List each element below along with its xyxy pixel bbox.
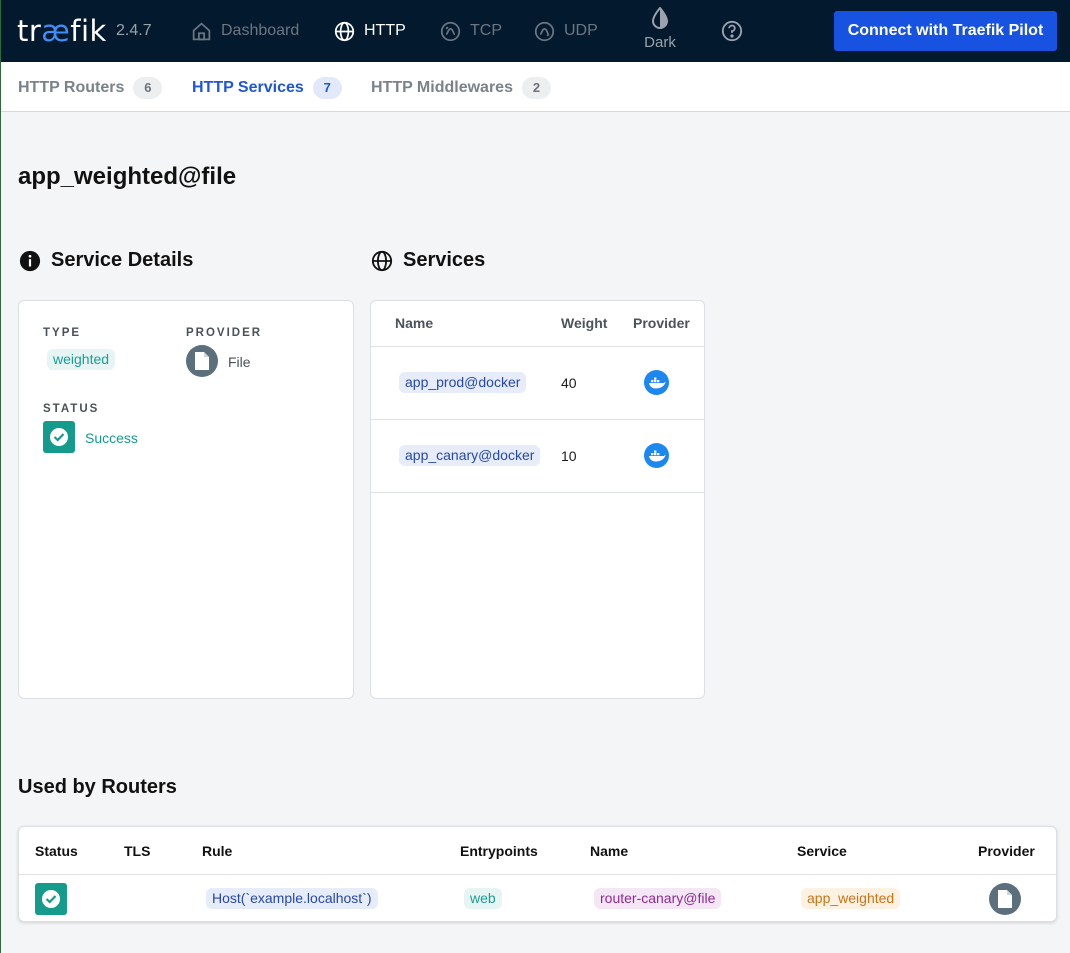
rule-chip: Host(`example.localhost`) xyxy=(206,888,378,909)
nav-item-dashboard[interactable]: Dashboard xyxy=(190,18,299,44)
nav-item-http[interactable]: HTTP xyxy=(333,18,406,44)
col-header-status: Status xyxy=(35,843,78,859)
file-icon xyxy=(186,345,218,377)
nav-item-tcp[interactable]: TCP xyxy=(439,18,502,44)
check-circle-icon xyxy=(43,421,75,453)
info-icon xyxy=(19,250,41,271)
globe-icon xyxy=(333,20,355,42)
divider xyxy=(371,346,704,347)
connect-pilot-button[interactable]: Connect with Traefik Pilot xyxy=(834,11,1057,51)
check-circle-icon xyxy=(35,883,67,915)
page-title: app_weighted@file xyxy=(18,163,237,190)
router-name-chip[interactable]: router-canary@file xyxy=(594,888,722,909)
status-value: Success xyxy=(85,430,138,446)
col-header-provider: Provider xyxy=(978,843,1035,859)
type-chip: weighted xyxy=(47,349,116,370)
service-name-chip[interactable]: app_canary@docker xyxy=(399,445,541,466)
col-header-weight: Weight xyxy=(561,315,608,331)
type-label: TYPE xyxy=(43,327,82,339)
service-chip: app_weighted xyxy=(801,888,901,909)
top-navbar: træfik 2.4.7 Dashboard HTTP TCP UDP Dark… xyxy=(1,0,1070,62)
col-header-service: Service xyxy=(797,843,847,859)
dark-mode-toggle[interactable]: Dark xyxy=(639,5,681,51)
tab-http-services[interactable]: HTTP Services 7 xyxy=(192,75,342,101)
entrypoint-chip: web xyxy=(464,888,502,909)
tab-http-routers[interactable]: HTTP Routers 6 xyxy=(18,75,163,101)
provider-label: PROVIDER xyxy=(186,327,263,339)
count-badge: 2 xyxy=(521,77,551,99)
divider xyxy=(19,874,1056,875)
service-details-heading: Service Details xyxy=(19,249,193,272)
traefik-logo[interactable]: træfik xyxy=(17,14,107,48)
count-badge: 7 xyxy=(312,77,342,99)
col-header-provider: Provider xyxy=(633,315,690,331)
nav-item-udp[interactable]: UDP xyxy=(533,18,598,44)
docker-icon xyxy=(644,443,669,468)
col-header-name: Name xyxy=(395,315,434,331)
weight-value: 10 xyxy=(561,448,577,464)
used-by-routers-heading: Used by Routers xyxy=(18,776,177,798)
divider xyxy=(371,419,704,420)
globe-icon xyxy=(371,250,393,271)
col-header-entrypoints: Entrypoints xyxy=(460,843,538,859)
services-card: Name Weight Provider app_prod@docker 40 … xyxy=(370,300,705,699)
provider-value: File xyxy=(228,354,251,370)
services-heading: Services xyxy=(371,249,485,272)
count-badge: 6 xyxy=(133,77,163,99)
routers-table: Status TLS Rule Entrypoints Name Service… xyxy=(18,826,1057,922)
status-label: STATUS xyxy=(43,403,100,415)
service-details-card: TYPE weighted PROVIDER File STATUS Succe… xyxy=(18,300,354,699)
contrast-drop-icon xyxy=(651,7,669,29)
col-header-tls: TLS xyxy=(124,843,151,859)
sub-navbar: HTTP Routers 6 HTTP Services 7 HTTP Midd… xyxy=(1,62,1070,112)
col-header-name: Name xyxy=(590,843,629,859)
service-name-chip[interactable]: app_prod@docker xyxy=(399,372,527,393)
version-label: 2.4.7 xyxy=(116,22,152,39)
docker-icon xyxy=(644,370,669,395)
weight-value: 40 xyxy=(561,375,577,391)
file-icon xyxy=(989,883,1021,915)
home-icon xyxy=(190,20,212,42)
divider xyxy=(371,492,704,493)
udp-icon xyxy=(533,20,555,42)
help-icon[interactable] xyxy=(721,20,743,42)
col-header-rule: Rule xyxy=(202,843,233,859)
tab-http-middlewares[interactable]: HTTP Middlewares 2 xyxy=(371,75,551,101)
tcp-icon xyxy=(439,20,461,42)
